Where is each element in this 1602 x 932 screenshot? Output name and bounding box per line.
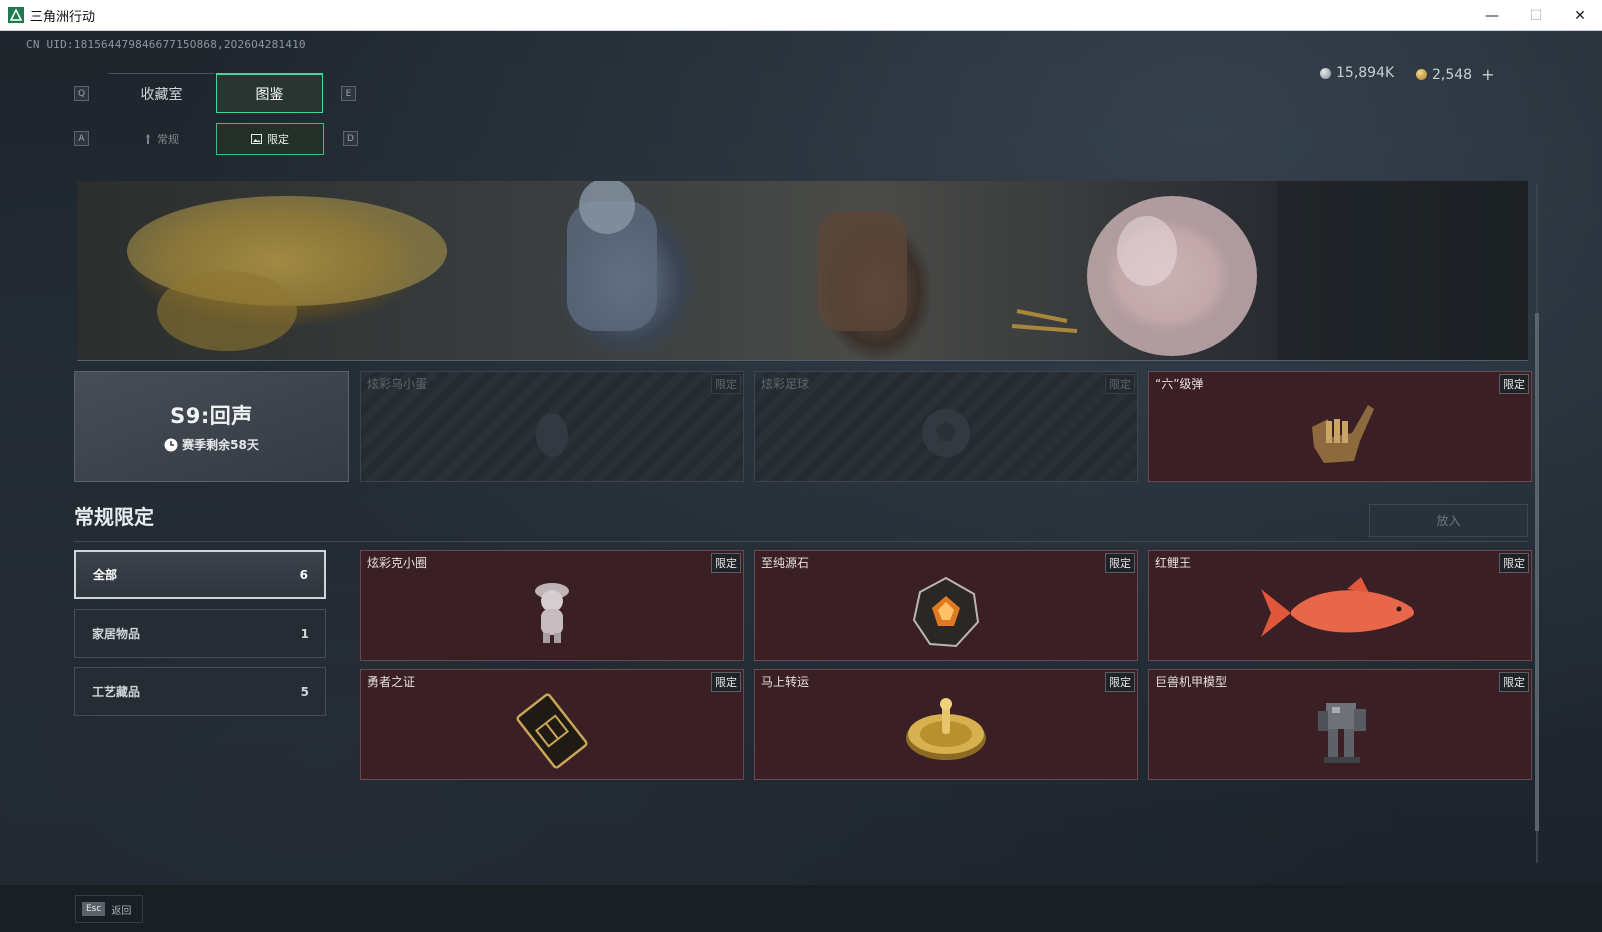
q-key-hint[interactable]: Q [74, 86, 89, 101]
featured-item-card[interactable]: 炫彩足球 限定 [754, 371, 1138, 482]
silver-coin-icon [1320, 67, 1331, 79]
clock-icon [164, 438, 178, 451]
filter-count: 5 [300, 684, 309, 699]
section-title: 常规限定 [74, 505, 154, 529]
back-label: 返回 [111, 905, 132, 917]
filter-label: 工艺藏品 [92, 685, 141, 699]
gold-currency: 2,548 + [1416, 65, 1495, 84]
player-uid: CN UID:18156447984667715O868,2O26O428141… [26, 38, 306, 51]
soccer-ball-silhouette-icon [922, 409, 970, 458]
season-banner-image [77, 181, 1528, 361]
filter-all[interactable]: 全部 6 [74, 550, 326, 599]
item-name: 至纯源石 [761, 556, 810, 570]
limited-tag: 限定 [711, 553, 741, 573]
limited-tag: 限定 [711, 374, 741, 394]
gold-amount: 2,548 [1432, 66, 1473, 83]
app-logo-icon [8, 7, 24, 23]
item-card[interactable]: 红鲤王 限定 [1148, 550, 1532, 661]
bottom-bar [0, 885, 1602, 932]
filter-label: 家居物品 [92, 627, 141, 641]
tab-collection-room[interactable]: 收藏室 [108, 73, 215, 113]
silver-currency: 15,894K [1320, 65, 1394, 81]
fortune-wheel-icon [906, 698, 986, 761]
subtab-limited[interactable]: 限定 [216, 123, 324, 155]
subtab-regular-label: 常规 [157, 133, 179, 146]
add-currency-button[interactable]: + [1481, 65, 1494, 84]
season-title: S9:回声 [170, 404, 253, 428]
fish-icon [1261, 577, 1414, 638]
d-key-hint[interactable]: D [343, 131, 358, 146]
subtab-limited-label: 限定 [267, 133, 289, 146]
place-button[interactable]: 放入 [1369, 504, 1528, 537]
subtab-regular[interactable]: 常规 [108, 123, 215, 155]
limited-tag: 限定 [1499, 672, 1529, 692]
item-card[interactable]: 勇者之证 限定 [360, 669, 744, 780]
filter-home-items[interactable]: 家居物品 1 [74, 609, 326, 658]
item-name: 炫彩克小圈 [367, 556, 428, 570]
item-name: “六”级弹 [1155, 377, 1204, 391]
item-name: 炫彩足球 [761, 377, 810, 391]
featured-item-card[interactable]: “六”级弹 限定 [1148, 371, 1532, 482]
badge-card-icon [516, 693, 588, 769]
close-button[interactable]: ✕ [1558, 0, 1602, 31]
gem-icon [912, 576, 980, 648]
minimize-button[interactable]: — [1470, 0, 1514, 31]
season-remaining-text: 赛季剩余58天 [182, 438, 259, 452]
featured-item-card[interactable]: 炫彩乌小蛋 限定 [360, 371, 744, 482]
item-name: 马上转运 [761, 675, 810, 689]
item-name: 红鲤王 [1155, 556, 1192, 570]
item-card[interactable]: 巨兽机甲模型 限定 [1148, 669, 1532, 780]
limited-tag: 限定 [1105, 553, 1135, 573]
esc-key-hint: Esc [82, 902, 106, 916]
picture-icon [251, 134, 262, 144]
mech-model-icon [1318, 703, 1366, 764]
limited-tag: 限定 [1105, 374, 1135, 394]
item-card[interactable]: 至纯源石 限定 [754, 550, 1138, 661]
torch-icon [146, 134, 150, 144]
limited-tag: 限定 [1499, 374, 1529, 394]
limited-tag: 限定 [1499, 553, 1529, 573]
game-window: CN UID:18156447984667715O868,2O26O428141… [0, 31, 1602, 932]
filter-label: 全部 [93, 568, 118, 582]
item-name: 勇者之证 [367, 675, 416, 689]
filter-count: 6 [299, 567, 308, 582]
tab-codex[interactable]: 图鉴 [216, 73, 323, 113]
bullet-hand-icon [1312, 405, 1374, 464]
season-info: S9:回声 赛季剩余58天 [74, 371, 349, 482]
window-title-bar: 三角洲行动 — ☐ ✕ [0, 0, 1602, 31]
maximize-button[interactable]: ☐ [1514, 0, 1558, 31]
locked-item-silhouette-icon [536, 413, 568, 458]
item-card[interactable]: 炫彩克小圈 限定 [360, 550, 744, 661]
figurine-icon [535, 583, 569, 644]
season-remaining: 赛季剩余58天 [164, 436, 259, 453]
silver-amount: 15,894K [1336, 65, 1395, 81]
section-divider [74, 541, 1528, 542]
scrollbar-thumb[interactable] [1535, 313, 1539, 831]
limited-tag: 限定 [1105, 672, 1135, 692]
a-key-hint[interactable]: A [74, 131, 89, 146]
back-button[interactable]: Esc 返回 [75, 895, 143, 923]
item-name: 巨兽机甲模型 [1155, 675, 1228, 689]
item-card[interactable]: 马上转运 限定 [754, 669, 1138, 780]
filter-count: 1 [300, 626, 309, 641]
limited-tag: 限定 [711, 672, 741, 692]
item-name: 炫彩乌小蛋 [367, 377, 428, 391]
filter-crafts[interactable]: 工艺藏品 5 [74, 667, 326, 716]
e-key-hint[interactable]: E [341, 86, 356, 101]
window-title: 三角洲行动 [30, 9, 96, 25]
gold-coin-icon [1416, 69, 1427, 80]
